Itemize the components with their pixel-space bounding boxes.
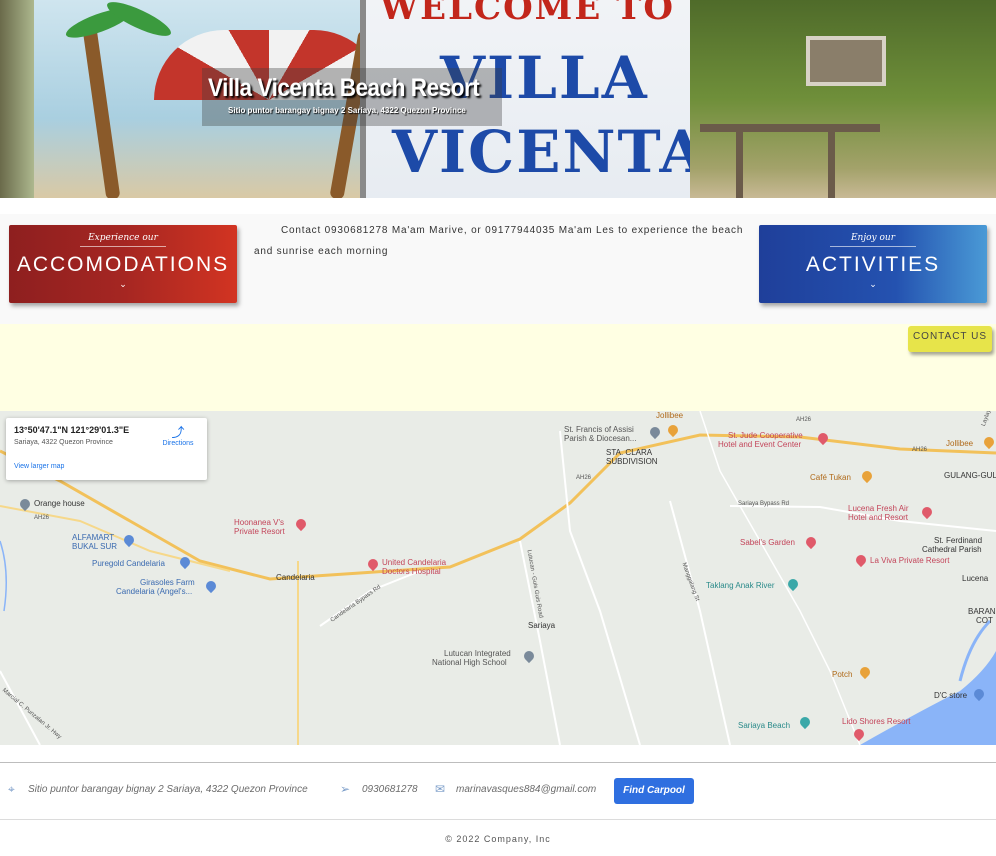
sign-vicenta: VICENTA	[392, 118, 707, 186]
contact-band	[0, 324, 996, 412]
footer-divider	[0, 762, 996, 763]
map-label: St. Ferdinand	[934, 536, 983, 545]
map-label: Hotel and Event Center	[718, 440, 802, 449]
divider	[80, 246, 166, 247]
activities-card[interactable]: Enjoy our ACTIVITIES ⌄	[759, 225, 987, 303]
road-label: Sariaya Bypass Rd	[738, 501, 790, 507]
footer-divider	[0, 819, 996, 820]
footer-phone[interactable]: 0930681278	[362, 784, 418, 795]
map-label: Sariaya Beach	[738, 721, 791, 730]
map-label: Café Tukan	[810, 473, 851, 482]
highway-label: AH26	[34, 515, 50, 521]
map-label: Doctors Hospital	[382, 567, 441, 576]
highway-label: AH26	[912, 447, 928, 453]
accommodations-title: ACCOMODATIONS	[16, 253, 230, 276]
map-address: Sariaya, 4322 Quezon Province	[14, 439, 113, 446]
hero-subtitle: Sitio puntor barangay bignay 2 Sariaya, …	[228, 106, 466, 115]
chevron-down-icon: ⌄	[869, 279, 877, 289]
map-label: Potch	[832, 670, 853, 679]
map-label: Candelaria	[276, 573, 315, 582]
palm-trunk	[81, 19, 121, 198]
map-label: United Candelaria	[382, 558, 447, 567]
map-label: Girasoles Farm	[140, 578, 195, 587]
footer-address: Sitio puntor barangay bignay 2 Sariaya, …	[28, 784, 308, 795]
map-label: STA. CLARA	[606, 448, 653, 457]
map-label: Candelaria (Angel's...	[116, 587, 193, 596]
map-label: ALFAMART	[72, 533, 115, 542]
hero-title: Villa Vicenta Beach Resort	[208, 74, 480, 102]
view-larger-map-link[interactable]: View larger map	[14, 463, 64, 470]
map-label: Lucena Fresh Air	[848, 504, 909, 513]
highway-label: AH26	[796, 417, 812, 423]
accommodations-card[interactable]: Experience our ACCOMODATIONS ⌄	[9, 225, 237, 303]
fence-post	[736, 124, 743, 198]
map-label: Lido Shores Resort	[842, 717, 911, 726]
map-label: La Viva Private Resort	[870, 556, 950, 565]
directions-icon: ⤴	[171, 425, 185, 440]
map-label: St. Jude Cooperative	[728, 431, 803, 440]
map-label: Private Resort	[234, 527, 285, 536]
mail-icon: ✉	[435, 782, 446, 796]
map-label: Sariaya	[528, 621, 556, 630]
hero-caption: Villa Vicenta Beach Resort Sitio puntor …	[202, 68, 502, 126]
location-pin-icon: ⌖	[8, 782, 15, 796]
hanging-frame	[806, 36, 886, 86]
map-label: Puregold Candelaria	[92, 559, 165, 568]
map-label: Hoonanea V's	[234, 518, 285, 527]
map-label: BUKAL SUR	[72, 542, 118, 551]
map-label: Jollibee	[656, 411, 684, 420]
highway-label: AH26	[576, 475, 592, 481]
map-label: Cathedral Parish	[922, 545, 982, 554]
map-label: Sabel's Garden	[740, 538, 795, 547]
fence-rail	[700, 124, 880, 132]
map-label: Jollibee	[946, 439, 974, 448]
directions-label: Directions	[162, 440, 194, 447]
map-info-card: 13°50'47.1"N 121°29'01.3"E Sariaya, 4322…	[6, 418, 207, 480]
map-coordinates: 13°50'47.1"N 121°29'01.3"E	[14, 425, 130, 435]
activities-title: ACTIVITIES	[805, 253, 941, 276]
map-label: BARANG	[968, 607, 996, 616]
copyright: © 2022 Company, Inc	[445, 834, 551, 844]
send-icon: ➢	[340, 782, 351, 796]
map-label: Hotel and Resort	[848, 513, 909, 522]
map-label: COT	[976, 616, 993, 625]
contact-us-button[interactable]: CONTACT US	[908, 326, 992, 352]
map-label: SUBDIVISION	[606, 457, 658, 466]
map-label: GULANG-GUL	[944, 471, 996, 480]
map-label: Taklang Anak River	[706, 581, 775, 590]
map-label: Lutucan Integrated	[444, 649, 511, 658]
sign-welcome: WELCOME TO	[380, 0, 675, 28]
map-label: D'C store	[934, 691, 968, 700]
map-label: Orange house	[34, 499, 85, 508]
activities-kicker: Enjoy our	[850, 233, 896, 243]
chevron-down-icon: ⌄	[119, 279, 127, 289]
divider	[830, 246, 916, 247]
fence-post	[828, 124, 835, 198]
find-carpool-button[interactable]: Find Carpool	[614, 778, 694, 804]
directions-button[interactable]: ⤴ Directions	[156, 425, 200, 448]
footer-email[interactable]: marinavasques884@gmail.com	[456, 784, 596, 795]
map-label: National High School	[432, 658, 507, 667]
hero-banner: WELCOME TO VILLA VICENTA Villa Vicenta B…	[0, 0, 996, 198]
map-label: St. Francis of Assisi	[564, 425, 634, 434]
map-label: Lucena	[962, 574, 989, 583]
contact-text: Contact 0930681278 Ma'am Marive, or 0917…	[254, 225, 744, 257]
map-label: Parish & Diocesan...	[564, 434, 637, 443]
accommodations-kicker: Experience our	[88, 233, 158, 243]
